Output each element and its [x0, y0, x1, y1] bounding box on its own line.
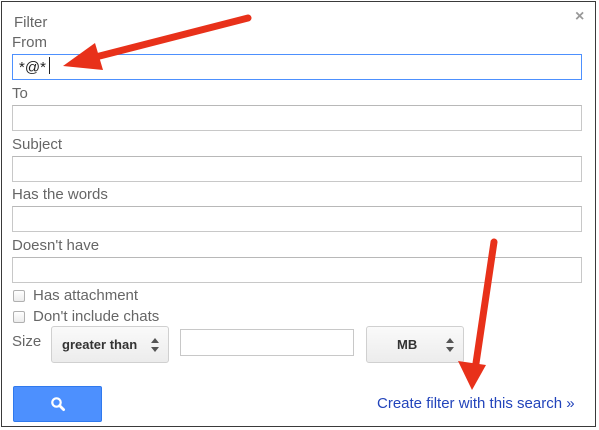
- subject-field[interactable]: [12, 156, 582, 182]
- to-label: To: [12, 85, 28, 102]
- doesnt-have-field[interactable]: [12, 257, 582, 283]
- doesnt-have-label: Doesn't have: [12, 237, 100, 254]
- size-unit-value: MB: [397, 337, 418, 352]
- size-comparison-select[interactable]: greater than: [51, 326, 169, 363]
- to-field[interactable]: [12, 105, 582, 131]
- has-attachment-row[interactable]: Has attachment: [12, 287, 138, 304]
- from-field[interactable]: [12, 54, 582, 80]
- has-words-field[interactable]: [12, 206, 582, 232]
- dont-include-chats-row[interactable]: Don't include chats: [12, 308, 159, 325]
- select-arrows-icon: [150, 337, 160, 352]
- select-arrows-icon: [445, 337, 455, 352]
- size-value-field[interactable]: [180, 329, 354, 356]
- create-filter-link[interactable]: Create filter with this search »: [377, 395, 575, 412]
- search-icon: [50, 397, 65, 412]
- has-words-label: Has the words: [12, 186, 108, 203]
- dont-include-chats-checkbox[interactable]: [13, 310, 25, 323]
- dialog-title: Filter: [14, 14, 48, 31]
- subject-label: Subject: [12, 136, 63, 153]
- size-comparison-value: greater than: [62, 337, 138, 352]
- from-label: From: [12, 34, 47, 51]
- size-unit-select[interactable]: MB: [366, 326, 464, 363]
- size-label: Size: [12, 333, 42, 350]
- has-attachment-checkbox[interactable]: [13, 289, 25, 302]
- search-button[interactable]: [13, 386, 102, 422]
- dont-include-chats-label: Don't include chats: [33, 308, 160, 325]
- has-attachment-label: Has attachment: [33, 287, 139, 304]
- text-caret: [49, 57, 50, 74]
- close-icon[interactable]: ×: [575, 8, 584, 26]
